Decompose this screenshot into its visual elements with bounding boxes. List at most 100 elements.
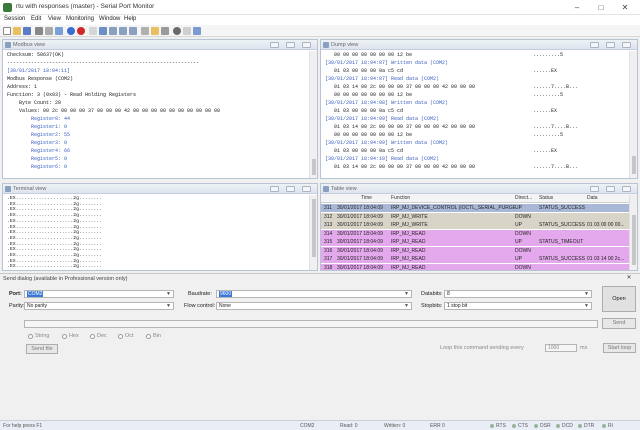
start-monitoring-icon[interactable]	[67, 27, 75, 35]
column-function[interactable]: Function	[391, 195, 410, 201]
pane-minimize-button[interactable]	[270, 186, 279, 192]
flow-control-select[interactable]: None ▼	[216, 302, 412, 310]
pane-close-button[interactable]	[622, 186, 631, 192]
column-direction[interactable]: Direct...	[515, 195, 532, 201]
parity-select[interactable]: No parity ▼	[24, 302, 174, 310]
menu-monitoring[interactable]: Monitoring	[66, 16, 94, 22]
layout-icon[interactable]	[141, 27, 149, 35]
format-hex-radio[interactable]	[62, 334, 67, 339]
column-time[interactable]: Time	[361, 195, 372, 201]
format-bin-radio[interactable]	[146, 334, 151, 339]
menu-window[interactable]: Window	[99, 16, 120, 22]
scroll-thumb[interactable]	[312, 199, 316, 257]
chevron-down-icon: ▼	[404, 303, 409, 309]
table-cell-dir: DOWN	[515, 264, 531, 271]
menu-edit[interactable]: Edit	[31, 16, 41, 22]
send-dialog-title: Send dialog (available in Professional v…	[3, 276, 128, 282]
status-cts: CTS	[518, 423, 528, 429]
table-row[interactable]: 315 30/01/2017 18:04:09 IRP_MJ_READ UP STATU…	[321, 238, 631, 246]
cut-icon[interactable]	[35, 27, 43, 35]
pane-maximize-button[interactable]	[606, 186, 615, 192]
status-read: Read: 0	[340, 423, 358, 429]
table-row[interactable]: 316 30/01/2017 18:04:09 IRP_MJ_READ DOWN	[321, 246, 631, 255]
format-dec-radio[interactable]	[90, 334, 95, 339]
copy-icon[interactable]	[45, 27, 53, 35]
dump-line: 01 03 14 00 2c 00 00 00 37 00 00 00 42 0…	[325, 164, 476, 170]
search-icon[interactable]	[173, 27, 181, 35]
modbus-view-pane: Modbus view Checksum: 50637(OK) ---------…	[2, 39, 318, 179]
menu-session[interactable]: Session	[4, 16, 25, 22]
send-data-input[interactable]	[24, 320, 598, 328]
minimize-button[interactable]: –	[566, 0, 588, 15]
scroll-thumb[interactable]	[632, 215, 636, 265]
pane-maximize-button[interactable]	[286, 42, 295, 48]
menu-view[interactable]: View	[48, 16, 61, 22]
save-icon[interactable]	[23, 27, 31, 35]
baudrate-select[interactable]: 9600 ▼	[216, 290, 412, 298]
format-string-radio[interactable]	[28, 334, 33, 339]
new-session-icon[interactable]	[3, 27, 11, 35]
table-row[interactable]: 314 30/01/2017 18:04:09 IRP_MJ_READ DOWN	[321, 229, 631, 238]
pane-minimize-button[interactable]	[590, 42, 599, 48]
table-row[interactable]: 311 30/01/2017 18:04:09 IRP_MJ_DEVICE_CONT…	[321, 204, 631, 212]
open-button[interactable]: Open	[602, 286, 636, 312]
status-dsr: DSR	[540, 423, 551, 429]
status-port: COM2	[300, 423, 315, 429]
table-row[interactable]: 313 30/01/2017 18:04:09 IRP_MJ_WRITE UP STAT…	[321, 221, 631, 229]
scroll-thumb[interactable]	[312, 159, 316, 175]
column-status[interactable]: Status	[539, 195, 553, 201]
send-file-button[interactable]: Send file	[26, 344, 58, 354]
dump-line: 00 00 00 00 00 00 00 12 be	[325, 132, 413, 138]
column-data[interactable]: Data	[587, 195, 598, 201]
terminal-scrollbar[interactable]	[309, 195, 317, 270]
dump-line: [30/01/2017 18:04:10] Read data (COM2)	[325, 156, 440, 162]
port-select[interactable]: COM2 ▼	[24, 290, 174, 298]
dialog-close-icon[interactable]: ✕	[618, 271, 640, 286]
table-scrollbar[interactable]	[629, 195, 637, 270]
pane-maximize-button[interactable]	[286, 186, 295, 192]
modbus-scrollbar[interactable]	[309, 51, 317, 178]
modbus-view-icon[interactable]	[99, 27, 107, 35]
scroll-thumb[interactable]	[632, 156, 636, 174]
dump-view-icon[interactable]	[109, 27, 117, 35]
pane-minimize-button[interactable]	[270, 42, 279, 48]
stop-monitoring-icon[interactable]	[77, 27, 85, 35]
table-view-icon[interactable]	[129, 27, 137, 35]
pane-close-button[interactable]	[302, 42, 311, 48]
table-row[interactable]: 312 30/01/2017 18:04:09 IRP_MJ_WRITE DOWN	[321, 212, 631, 221]
pane-close-button[interactable]	[622, 42, 631, 48]
table-cell-dir: UP	[515, 222, 522, 228]
loop-interval-input[interactable]: 1000	[545, 344, 577, 352]
table-cell-time: 30/01/2017 18:04:09	[337, 256, 383, 262]
send-button[interactable]: Send	[602, 318, 636, 329]
settings-icon[interactable]	[161, 27, 169, 35]
paste-icon[interactable]	[55, 27, 63, 35]
help-icon[interactable]	[193, 27, 201, 35]
table-header: Time Function Direct... Status Data	[321, 194, 637, 203]
maximize-button[interactable]: □	[590, 0, 612, 15]
stopbits-select[interactable]: 1 stop bit ▼	[444, 302, 592, 310]
clear-icon[interactable]	[89, 27, 97, 35]
status-dtr: DTR	[584, 423, 595, 429]
table-row[interactable]: 317 30/01/2017 18:04:09 IRP_MJ_READ UP STATU…	[321, 255, 631, 263]
app-icon	[3, 3, 12, 12]
pane-minimize-button[interactable]	[590, 186, 599, 192]
start-loop-button[interactable]: Start loop	[603, 343, 636, 353]
pane-close-button[interactable]	[302, 186, 311, 192]
modbus-line: Register3: 0	[7, 140, 68, 146]
chevron-down-icon[interactable]	[183, 27, 191, 35]
terminal-view-icon[interactable]	[119, 27, 127, 35]
open-icon[interactable]	[13, 27, 21, 35]
table-row[interactable]: 318 30/01/2017 18:04:09 IRP_MJ_READ DOWN	[321, 263, 631, 271]
filter-icon[interactable]	[151, 27, 159, 35]
menu-bar: Session Edit View Monitoring Window Help	[0, 15, 640, 25]
table-view-pane: Table view Time Function Direct... Statu…	[320, 183, 638, 271]
dump-scrollbar[interactable]	[629, 51, 637, 178]
stopbits-value: 1 stop bit	[447, 303, 468, 309]
format-oct-radio[interactable]	[118, 334, 123, 339]
close-button[interactable]: ✕	[614, 0, 636, 15]
databits-select[interactable]: 8 ▼	[444, 290, 592, 298]
menu-help[interactable]: Help	[124, 16, 136, 22]
status-dcd: DCD	[562, 423, 573, 429]
pane-maximize-button[interactable]	[606, 42, 615, 48]
